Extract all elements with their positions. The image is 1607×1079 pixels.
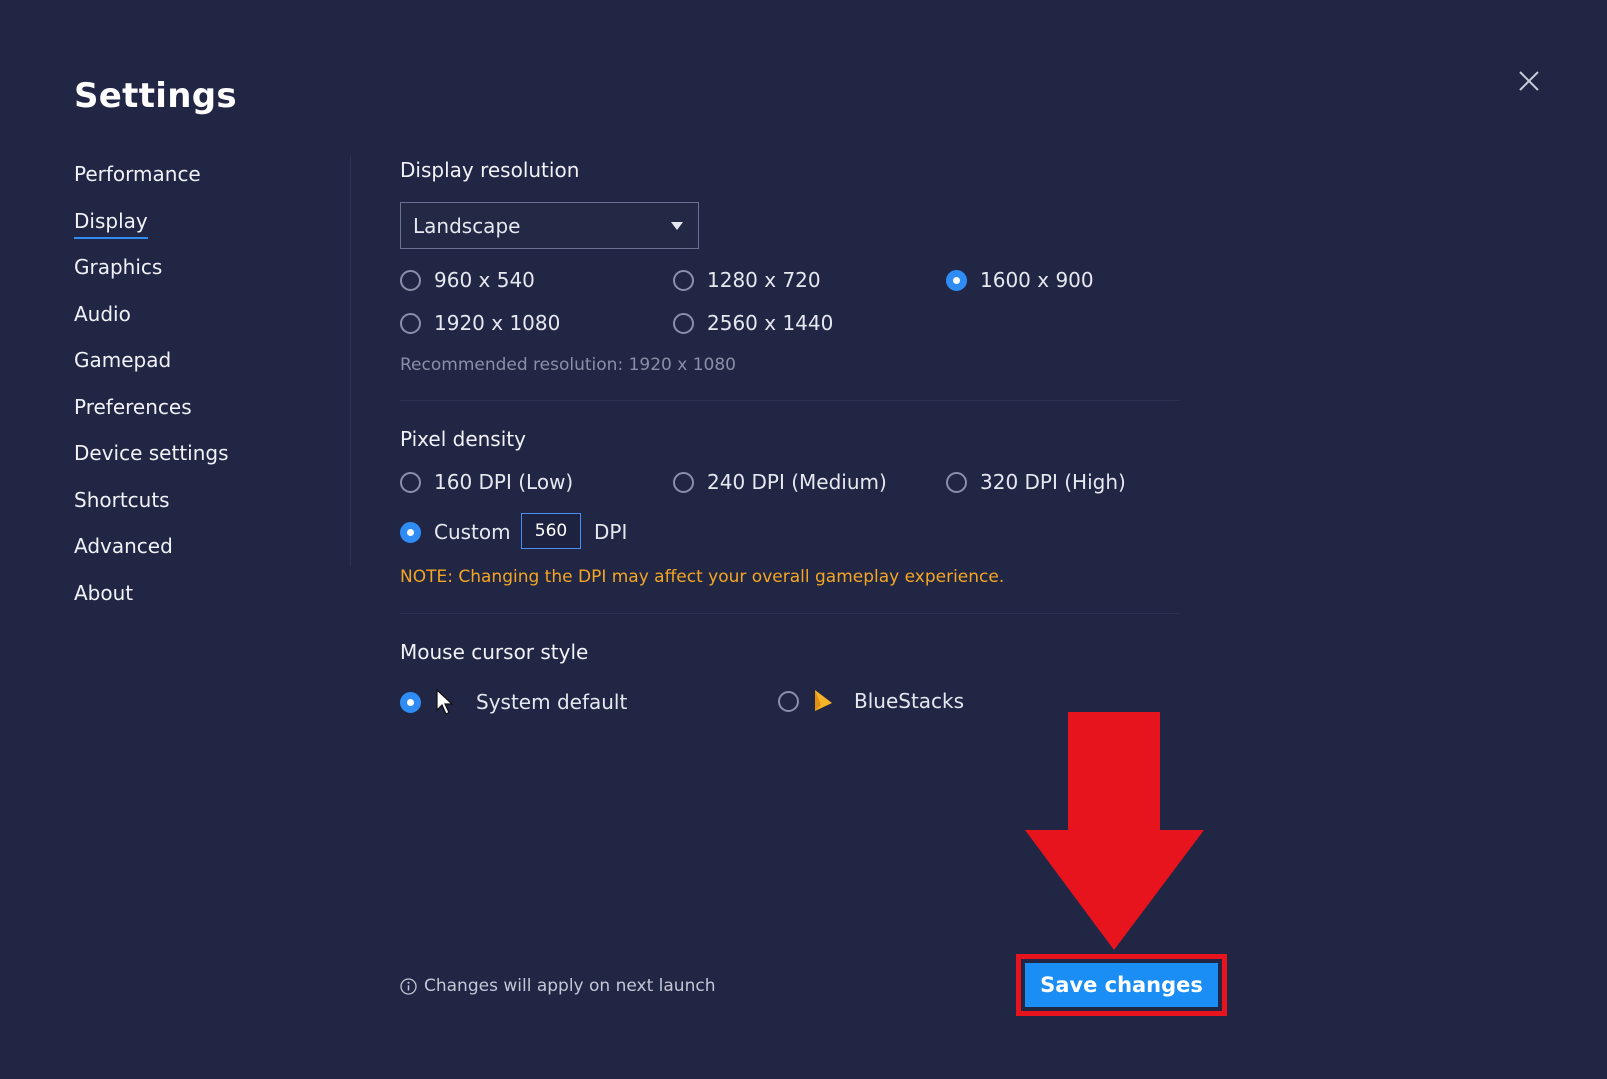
radio-indicator — [673, 269, 694, 291]
custom-dpi-input[interactable] — [521, 513, 581, 549]
radio-label: System default — [476, 690, 628, 714]
radio-label: 1920 x 1080 — [434, 311, 561, 335]
recommended-resolution-hint: Recommended resolution: 1920 x 1080 — [400, 355, 736, 375]
radio-indicator — [946, 269, 967, 291]
sidebar-item-audio[interactable]: Audio — [74, 300, 344, 347]
radio-indicator — [673, 471, 694, 493]
section-divider — [400, 400, 1180, 401]
radio-indicator — [400, 312, 421, 334]
radio-indicator — [946, 471, 967, 493]
sidebar-item-about[interactable]: About — [74, 579, 344, 626]
caret-down-icon — [671, 222, 683, 230]
sidebar-item-graphics[interactable]: Graphics — [74, 253, 344, 300]
section-divider — [400, 613, 1180, 614]
sidebar-item-label: Device settings — [74, 441, 229, 465]
bluestacks-cursor-icon — [815, 690, 832, 711]
dpi-custom-radio[interactable]: Custom — [400, 520, 511, 544]
red-arrow-annotation-icon — [1025, 712, 1204, 950]
radio-label: 240 DPI (Medium) — [707, 470, 887, 494]
sidebar-item-performance[interactable]: Performance — [74, 160, 344, 207]
radio-label: Custom — [434, 520, 511, 544]
radio-indicator — [400, 521, 421, 543]
sidebar-item-label: Graphics — [74, 255, 163, 279]
radio-label: 1280 x 720 — [707, 268, 821, 292]
resolution-1280x720-radio[interactable]: 1280 x 720 — [673, 268, 821, 292]
pixel-density-title: Pixel density — [400, 427, 526, 451]
orientation-dropdown[interactable]: Landscape — [400, 202, 699, 249]
resolution-2560x1440-radio[interactable]: 2560 x 1440 — [673, 311, 833, 335]
radio-label: 960 x 540 — [434, 268, 535, 292]
sidebar-item-label: Shortcuts — [74, 487, 170, 512]
sidebar-item-label: Audio — [74, 301, 131, 326]
sidebar-item-preferences[interactable]: Preferences — [74, 393, 344, 440]
cursor-system-default-radio[interactable]: System default — [400, 688, 627, 716]
sidebar-divider — [350, 156, 351, 566]
footer-info-text: Changes will apply on next launch — [424, 976, 716, 996]
sidebar-item-label: Advanced — [74, 534, 173, 558]
resolution-960x540-radio[interactable]: 960 x 540 — [400, 268, 535, 292]
resolution-1920x1080-radio[interactable]: 1920 x 1080 — [400, 311, 560, 335]
radio-label: BlueStacks — [854, 689, 965, 713]
radio-label: 160 DPI (Low) — [434, 470, 574, 494]
radio-indicator — [778, 690, 799, 712]
sidebar-item-label: Gamepad — [74, 348, 172, 372]
sidebar-item-label: Display — [74, 207, 148, 239]
sidebar-item-label: About — [74, 580, 134, 605]
page-title: Settings — [74, 76, 237, 116]
dpi-warning-note: NOTE: Changing the DPI may affect your o… — [400, 567, 1005, 587]
info-icon — [400, 977, 417, 995]
radio-indicator — [400, 471, 421, 493]
sidebar-item-device-settings[interactable]: Device settings — [74, 439, 344, 486]
mouse-cursor-title: Mouse cursor style — [400, 640, 589, 664]
radio-indicator — [673, 312, 694, 334]
footer-info: Changes will apply on next launch — [400, 976, 715, 996]
sidebar-item-advanced[interactable]: Advanced — [74, 532, 344, 579]
sidebar-item-display[interactable]: Display — [74, 207, 344, 254]
close-button[interactable] — [1514, 66, 1544, 96]
sidebar-item-label: Performance — [74, 162, 201, 186]
save-changes-button[interactable]: Save changes — [1025, 963, 1218, 1007]
close-icon — [1519, 71, 1539, 91]
sidebar-item-shortcuts[interactable]: Shortcuts — [74, 486, 344, 533]
sidebar-item-gamepad[interactable]: Gamepad — [74, 346, 344, 393]
sidebar-item-label: Preferences — [74, 394, 192, 419]
orientation-selected: Landscape — [413, 214, 521, 238]
radio-label: 1600 x 900 — [980, 268, 1094, 292]
dpi-medium-radio[interactable]: 240 DPI (Medium) — [673, 470, 887, 494]
radio-indicator — [400, 269, 421, 291]
dpi-low-radio[interactable]: 160 DPI (Low) — [400, 470, 573, 494]
radio-label: 320 DPI (High) — [980, 470, 1126, 494]
settings-sidebar: Performance Display Graphics Audio Gamep… — [74, 160, 344, 625]
radio-label: 2560 x 1440 — [707, 311, 834, 335]
radio-indicator — [400, 691, 421, 713]
dpi-high-radio[interactable]: 320 DPI (High) — [946, 470, 1126, 494]
cursor-bluestacks-radio[interactable]: BlueStacks — [778, 688, 964, 714]
dpi-unit-label: DPI — [594, 520, 628, 544]
display-resolution-title: Display resolution — [400, 158, 580, 182]
arrow-cursor-icon — [436, 688, 454, 715]
resolution-1600x900-radio[interactable]: 1600 x 900 — [946, 268, 1094, 292]
